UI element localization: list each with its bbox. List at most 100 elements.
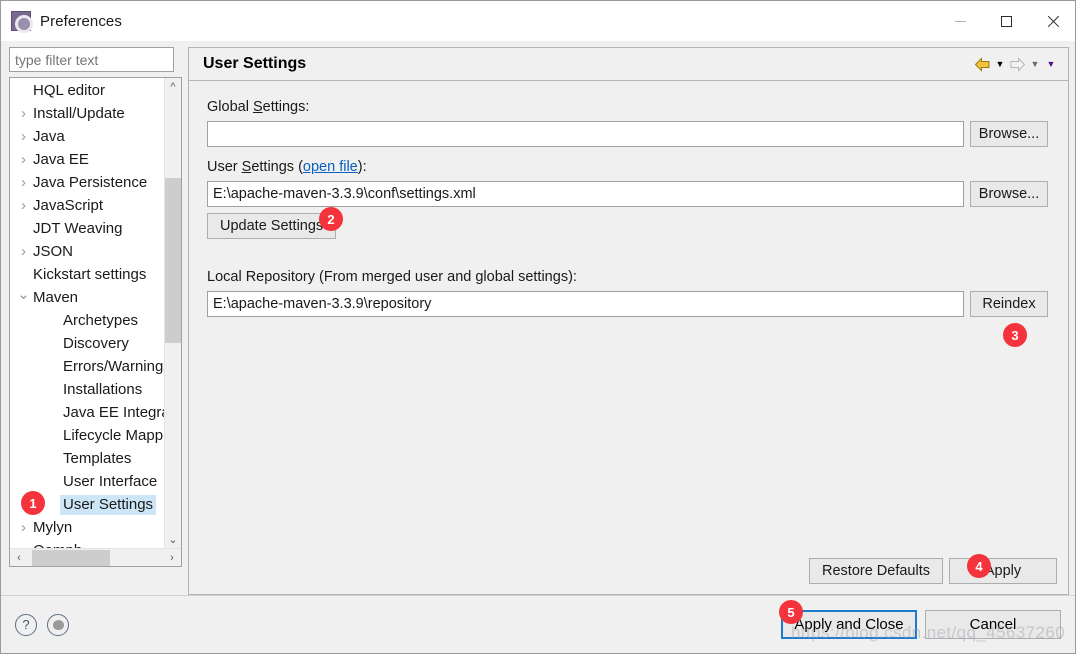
- tree-item-install-update[interactable]: Install/Update: [10, 102, 164, 125]
- user-settings-row: Browse...: [207, 181, 1048, 207]
- tree-item-json[interactable]: JSON: [10, 240, 164, 263]
- tree-item-java[interactable]: Java: [10, 125, 164, 148]
- tree-vertical-scrollbar[interactable]: ^ ⌄: [164, 78, 181, 548]
- tree-item-label: JavaScript: [33, 197, 104, 214]
- title-bar: Preferences: [1, 1, 1075, 41]
- user-settings-label-prefix: User: [207, 159, 242, 175]
- preferences-dialog: Preferences HQL editor Install/Update Java…: [0, 0, 1076, 654]
- tree-item-installations[interactable]: Installations: [10, 378, 164, 401]
- tree-item-label: Installations: [63, 381, 143, 398]
- tree-item-label: Mylyn: [33, 519, 73, 536]
- tree-item-hql-editor[interactable]: HQL editor: [10, 79, 164, 102]
- dialog-footer: ? Apply and Close Cancel: [1, 595, 1075, 653]
- user-settings-label: User Settings (open file):: [207, 159, 1048, 175]
- tree-horizontal-scrollbar[interactable]: ‹ ›: [10, 548, 181, 566]
- horizontal-scroll-thumb[interactable]: [32, 550, 110, 566]
- tree-item-templates[interactable]: Templates: [10, 447, 164, 470]
- apply-button[interactable]: Apply: [949, 558, 1057, 584]
- chevron-down-icon[interactable]: [16, 290, 31, 305]
- global-settings-browse-button[interactable]: Browse...: [970, 121, 1048, 147]
- tree-item-oomph[interactable]: Oomph: [10, 539, 164, 548]
- back-arrow-icon[interactable]: [974, 56, 991, 72]
- local-repository-input[interactable]: [207, 291, 964, 317]
- panel-nav-icons: ▼ ▼ ▼: [974, 56, 1058, 72]
- close-icon: [1046, 15, 1059, 28]
- pin-icon[interactable]: [47, 613, 69, 636]
- update-settings-button[interactable]: Update Settings: [207, 213, 337, 239]
- close-button[interactable]: [1029, 1, 1075, 41]
- window-controls: [937, 1, 1075, 41]
- global-settings-label: Global Settings:: [207, 99, 1048, 115]
- step-badge-4: 4: [967, 554, 991, 578]
- minimize-button[interactable]: [937, 1, 983, 41]
- tree-item-label: Archetypes: [63, 312, 139, 329]
- tree-item-label: HQL editor: [33, 82, 105, 99]
- panel-content: Global Settings: Browse... User Settings…: [189, 81, 1068, 594]
- tree-item-kickstart-settings[interactable]: Kickstart settings: [10, 263, 164, 286]
- chevron-right-icon[interactable]: [16, 106, 31, 121]
- tree-item-maven[interactable]: Maven: [10, 286, 164, 309]
- global-settings-row: Browse...: [207, 121, 1048, 147]
- help-icon[interactable]: ?: [15, 613, 37, 636]
- tree-item-label: Maven: [33, 289, 79, 306]
- chevron-right-icon[interactable]: [16, 244, 31, 259]
- step-badge-1: 1: [21, 491, 45, 515]
- tree-item-java-persistence[interactable]: Java Persistence: [10, 171, 164, 194]
- scroll-up-icon[interactable]: ^: [165, 78, 182, 95]
- user-settings-browse-button[interactable]: Browse...: [970, 181, 1048, 207]
- more-menu-chevron-down-icon[interactable]: ▼: [1044, 57, 1058, 71]
- tree-item-java-ee-integration[interactable]: Java EE Integration: [10, 401, 164, 424]
- global-settings-input[interactable]: [207, 121, 964, 147]
- tree-scroll-row: HQL editor Install/Update Java Java EE Java …: [10, 78, 181, 548]
- step-badge-5: 5: [779, 600, 803, 624]
- step-badge-2: 2: [319, 207, 343, 231]
- user-settings-label-mnemonic: S: [241, 159, 252, 175]
- panel-action-buttons: Restore Defaults Apply: [809, 558, 1057, 584]
- tree-item-jdt-weaving[interactable]: JDT Weaving: [10, 217, 164, 240]
- tree-item-label: Install/Update: [33, 105, 125, 122]
- tree-item-java-ee[interactable]: Java EE: [10, 148, 164, 171]
- chevron-right-icon[interactable]: [16, 175, 31, 190]
- restore-defaults-button[interactable]: Restore Defaults: [809, 558, 943, 584]
- tree-item-label: Java EE Integration: [63, 404, 164, 421]
- tree-item-label: Java Persistence: [33, 174, 148, 191]
- tree-item-mylyn[interactable]: Mylyn: [10, 516, 164, 539]
- chevron-right-icon[interactable]: [16, 129, 31, 144]
- filter-input[interactable]: [9, 47, 174, 72]
- tree-list: HQL editor Install/Update Java Java EE Java …: [10, 78, 164, 548]
- tree-item-lifecycle-mappings[interactable]: Lifecycle Mappings: [10, 424, 164, 447]
- tree-item-label: JSON: [33, 243, 74, 260]
- user-settings-input[interactable]: [207, 181, 964, 207]
- global-settings-label-prefix: Global: [207, 99, 253, 115]
- open-file-link[interactable]: open file: [303, 159, 358, 175]
- forward-menu-chevron-down-icon[interactable]: ▼: [1028, 57, 1042, 71]
- tree-item-javascript[interactable]: JavaScript: [10, 194, 164, 217]
- chevron-right-icon[interactable]: [16, 152, 31, 167]
- forward-arrow-icon[interactable]: [1009, 56, 1026, 72]
- tree-item-label: Lifecycle Mappings: [63, 427, 164, 444]
- panel-header: User Settings ▼ ▼ ▼: [189, 48, 1068, 81]
- tree-item-discovery[interactable]: Discovery: [10, 332, 164, 355]
- chevron-right-icon[interactable]: [16, 198, 31, 213]
- minimize-icon: [954, 20, 966, 22]
- tree-item-label: Kickstart settings: [33, 266, 147, 283]
- tree-item-label: User Interface: [63, 473, 158, 490]
- scroll-left-icon[interactable]: ‹: [10, 549, 28, 567]
- local-repository-label: Local Repository (From merged user and g…: [207, 269, 577, 285]
- tree-item-archetypes[interactable]: Archetypes: [10, 309, 164, 332]
- vertical-scroll-thumb[interactable]: [165, 178, 181, 343]
- tree-item-errors-warnings[interactable]: Errors/Warnings: [10, 355, 164, 378]
- cancel-button[interactable]: Cancel: [925, 610, 1061, 639]
- reindex-button[interactable]: Reindex: [970, 291, 1048, 317]
- window-title: Preferences: [40, 12, 122, 30]
- tree-item-user-interface[interactable]: User Interface: [10, 470, 164, 493]
- page-title: User Settings: [203, 55, 307, 72]
- back-menu-chevron-down-icon[interactable]: ▼: [993, 57, 1007, 71]
- chevron-right-icon[interactable]: [16, 520, 31, 535]
- scroll-down-icon[interactable]: ⌄: [165, 531, 182, 548]
- maximize-button[interactable]: [983, 1, 1029, 41]
- tree-item-label: Discovery: [63, 335, 129, 352]
- settings-panel: User Settings ▼ ▼ ▼ Global Settings: Bro…: [188, 47, 1069, 595]
- scroll-right-icon[interactable]: ›: [163, 549, 181, 567]
- footer-buttons: Apply and Close Cancel: [781, 610, 1061, 639]
